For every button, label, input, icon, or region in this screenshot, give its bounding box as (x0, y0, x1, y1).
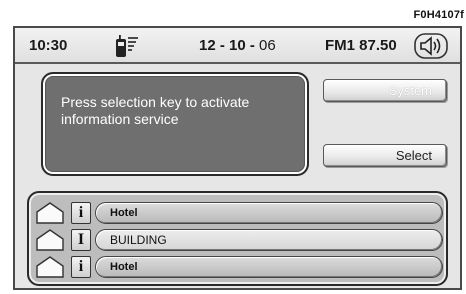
house-icon (36, 256, 64, 278)
figure-code: F0H4107f (413, 9, 464, 21)
info-icon: i (71, 202, 91, 224)
info-message: Press selection key to activate informat… (61, 94, 250, 127)
system-button[interactable]: System (323, 79, 447, 102)
info-icon: i (71, 256, 91, 278)
info-service-list: i Hotel I BUILDING i Hotel (27, 191, 448, 286)
list-item[interactable]: i Hotel (35, 255, 443, 279)
list-item-label[interactable]: Hotel (95, 256, 443, 278)
date: 12 - 10 - 06 (199, 37, 276, 54)
phone-signal-icon (116, 35, 138, 57)
list-item[interactable]: I BUILDING (35, 228, 443, 252)
list-item-label[interactable]: BUILDING (95, 229, 443, 251)
select-button[interactable]: Select (323, 144, 447, 167)
speaker-icon[interactable] (414, 33, 448, 59)
radio-station: FM1 87.50 (325, 37, 397, 54)
house-icon (36, 202, 64, 224)
building-icon: I (71, 229, 91, 251)
clock: 10:30 (29, 37, 68, 54)
list-item[interactable]: i Hotel (35, 201, 443, 225)
info-message-panel: Press selection key to activate informat… (41, 72, 309, 176)
house-icon (36, 229, 64, 251)
list-item-label[interactable]: Hotel (95, 202, 443, 224)
status-bar: 10:30 12 - 10 - 06 FM1 87.50 (15, 28, 460, 64)
nav-screen: 10:30 12 - 10 - 06 FM1 87.50 Press selec… (13, 26, 462, 290)
